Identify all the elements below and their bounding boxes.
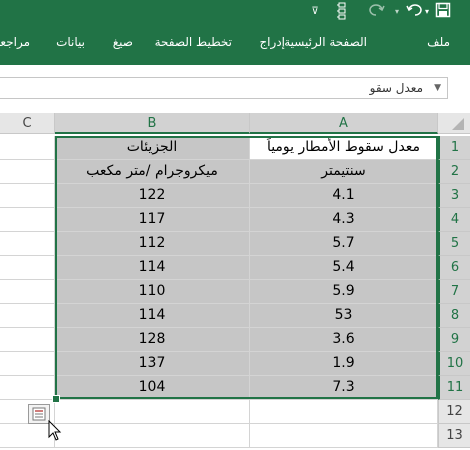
row-header[interactable]: 9 — [438, 328, 470, 352]
redo-dropdown-icon[interactable]: ▾ — [393, 2, 401, 22]
row-header[interactable]: 8 — [438, 304, 470, 328]
customize-toolbar-icon[interactable]: ⊽ — [308, 2, 322, 22]
cell-a13[interactable] — [250, 424, 438, 448]
cell-a3[interactable]: 4.1 — [250, 184, 438, 208]
cell-c2[interactable] — [0, 160, 55, 184]
row-header[interactable]: 2 — [438, 160, 470, 184]
name-box-value: معدل سقو — [369, 81, 423, 95]
cell-b6[interactable]: 114 — [55, 256, 250, 280]
cell-b10[interactable]: 137 — [55, 352, 250, 376]
row-header[interactable]: 5 — [438, 232, 470, 256]
row-header[interactable]: 6 — [438, 256, 470, 280]
quick-analysis-icon[interactable] — [28, 404, 50, 424]
row-header[interactable]: 7 — [438, 280, 470, 304]
ribbon-tab-bar: ملف الصفحة الرئيسية إدراج تخطيط الصفحة ص… — [0, 25, 470, 65]
column-header-c[interactable]: C — [0, 113, 55, 134]
mouse-cursor-icon — [48, 419, 62, 442]
save-icon[interactable] — [432, 2, 454, 22]
cell-c11[interactable] — [0, 376, 55, 400]
select-all-button[interactable] — [438, 113, 470, 134]
cell-c8[interactable] — [0, 304, 55, 328]
row-header[interactable]: 11 — [438, 376, 470, 400]
cell-a2-unit[interactable]: سنتيمتر — [250, 160, 438, 184]
cell-b3[interactable]: 122 — [55, 184, 250, 208]
cell-b2-unit[interactable]: ميكروجرام /متر مكعب — [55, 160, 250, 184]
tab-review[interactable]: مراجعة — [0, 35, 30, 49]
tab-formulas[interactable]: صيغ — [113, 35, 133, 49]
cell-b8[interactable]: 114 — [55, 304, 250, 328]
cell-a9[interactable]: 3.6 — [250, 328, 438, 352]
chevron-down-icon[interactable]: ▼ — [434, 83, 441, 93]
tab-insert[interactable]: إدراج — [259, 35, 285, 49]
column-header-b[interactable]: B — [55, 113, 250, 134]
cell-a7[interactable]: 5.9 — [250, 280, 438, 304]
cell-a11[interactable]: 7.3 — [250, 376, 438, 400]
name-box[interactable]: معدل سقو ▼ — [0, 77, 448, 99]
cell-c7[interactable] — [0, 280, 55, 304]
cell-b5[interactable]: 112 — [55, 232, 250, 256]
cell-c3[interactable] — [0, 184, 55, 208]
cell-b13[interactable] — [55, 424, 250, 448]
cell-b7[interactable]: 110 — [55, 280, 250, 304]
cell-a1-header[interactable]: معدل سقوط الأمطار يومياً — [250, 136, 438, 160]
cell-c10[interactable] — [0, 352, 55, 376]
touch-mode-icon[interactable] — [334, 2, 354, 22]
cell-b4[interactable]: 117 — [55, 208, 250, 232]
fill-handle[interactable] — [52, 395, 60, 403]
cell-c9[interactable] — [0, 328, 55, 352]
cell-a10[interactable]: 1.9 — [250, 352, 438, 376]
cell-c4[interactable] — [0, 208, 55, 232]
cell-a5[interactable]: 5.7 — [250, 232, 438, 256]
cell-b12[interactable] — [55, 400, 250, 424]
cell-c5[interactable] — [0, 232, 55, 256]
undo-icon[interactable] — [404, 2, 424, 22]
cell-a4[interactable]: 4.3 — [250, 208, 438, 232]
cell-c6[interactable] — [0, 256, 55, 280]
row-header[interactable]: 4 — [438, 208, 470, 232]
cell-a12[interactable] — [250, 400, 438, 424]
cell-c1[interactable] — [0, 136, 55, 160]
cell-a8[interactable]: 53 — [250, 304, 438, 328]
cell-a6[interactable]: 5.4 — [250, 256, 438, 280]
row-header[interactable]: 12 — [438, 400, 470, 424]
row-header[interactable]: 10 — [438, 352, 470, 376]
row-header[interactable]: 1 — [438, 136, 470, 160]
tab-home[interactable]: الصفحة الرئيسية — [284, 35, 367, 49]
cell-b1-header[interactable]: الجزيئات — [55, 136, 250, 160]
tab-page-layout[interactable]: تخطيط الصفحة — [155, 35, 232, 49]
row-header[interactable]: 13 — [438, 424, 470, 448]
cell-b11[interactable]: 104 — [55, 376, 250, 400]
cell-c13[interactable] — [0, 424, 55, 448]
tab-data[interactable]: بيانات — [56, 35, 85, 49]
column-header-a[interactable]: A — [250, 113, 438, 134]
tab-file[interactable]: ملف — [427, 35, 450, 49]
redo-icon[interactable] — [366, 2, 388, 22]
row-header[interactable]: 3 — [438, 184, 470, 208]
ribbon-divider — [0, 65, 470, 75]
undo-dropdown-icon[interactable]: ▾ — [423, 2, 431, 22]
cell-b9[interactable]: 128 — [55, 328, 250, 352]
